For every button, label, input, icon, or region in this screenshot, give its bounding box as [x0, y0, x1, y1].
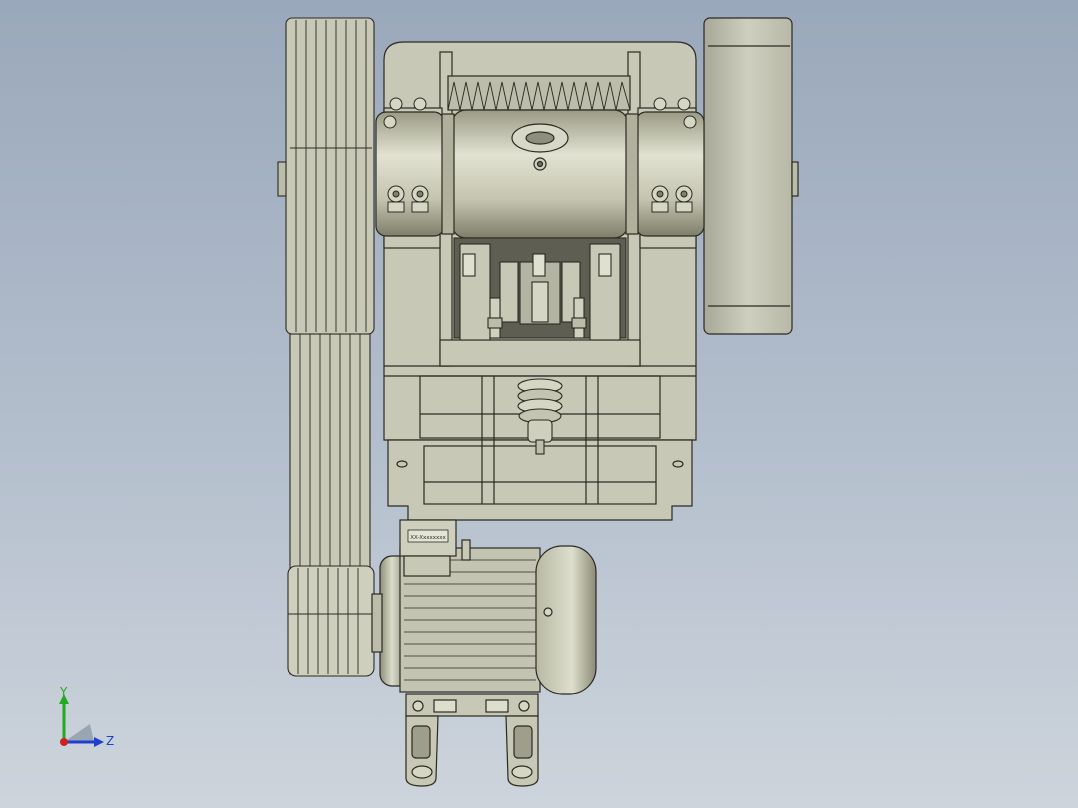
- v-belt-sheave: [277, 17, 375, 677]
- view-orientation-triad[interactable]: Y Z: [50, 686, 120, 756]
- z-axis-arrowhead: [94, 737, 104, 747]
- z-axis-label: Z: [106, 734, 114, 748]
- electric-motor: XX-Xxxxxxxx: [371, 519, 597, 787]
- triad-plane: [64, 724, 94, 742]
- y-axis-label: Y: [59, 686, 68, 699]
- toggle-plate-area: [453, 237, 627, 341]
- crusher-model[interactable]: XX-Xxxxxxxx: [0, 0, 1078, 808]
- x-axis-point: [60, 738, 68, 746]
- motor-nameplate: XX-Xxxxxxxx: [410, 535, 446, 541]
- flywheel: [703, 17, 799, 335]
- graphics-viewport[interactable]: XX-Xxxxxxxx Y Z: [0, 0, 1078, 808]
